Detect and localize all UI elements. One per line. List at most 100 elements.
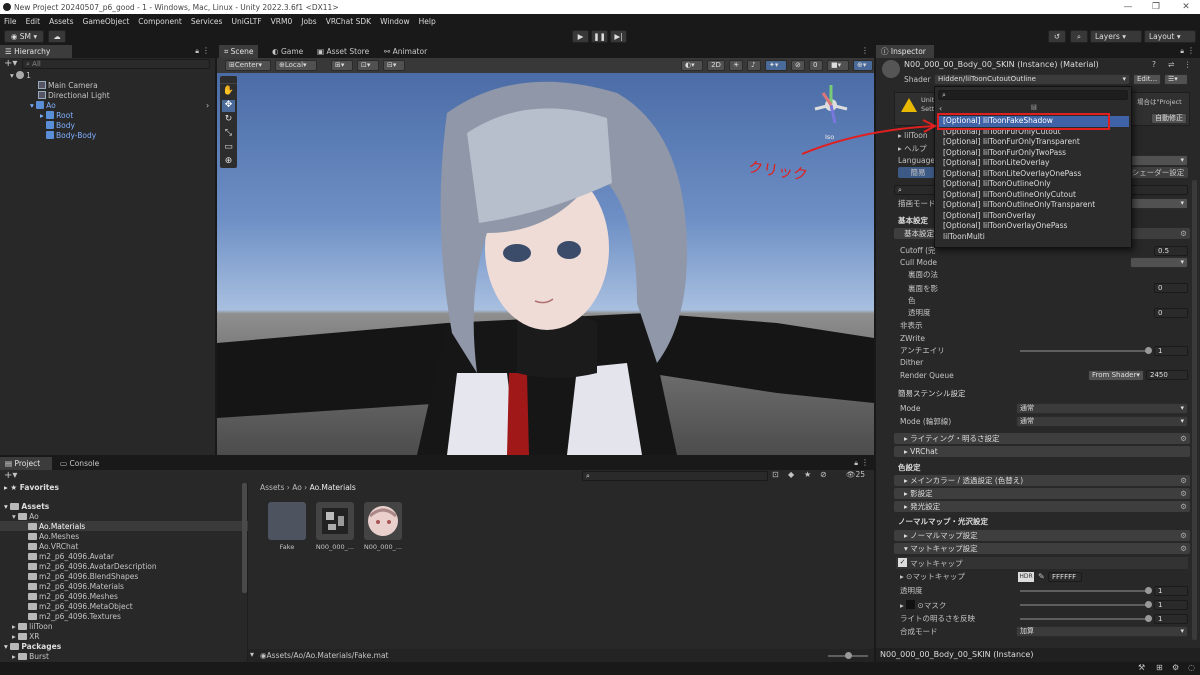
lighting-toggle-icon[interactable]: ☀ [729,60,743,71]
create-button[interactable]: +▾ [4,59,17,69]
tree-scrollbar[interactable] [242,483,247,593]
folder-avatar[interactable]: m2_p6_4096.Avatar [28,552,114,562]
shader-dropdown[interactable]: Hidden/lilToonCutoutOutline ▾ [934,74,1130,85]
component-menu-icon[interactable]: ⋮ [1184,60,1192,69]
account-dropdown[interactable]: ◉ SM ▾ [4,30,44,43]
hierarchy-item-directional-light[interactable]: Directional Light [38,91,110,101]
folder-ao-meshes[interactable]: Ao.Meshes [28,532,79,542]
cloud-icon[interactable]: ☁ [48,30,66,43]
gear-icon[interactable]: ⚙ [1180,530,1187,541]
breadcrumb-ao[interactable]: Ao [292,483,302,492]
folder-xr[interactable]: ▸ XR [12,632,40,642]
scale-tool-icon[interactable]: ⤡ [222,128,235,140]
project-search-input[interactable]: ⌕ [582,471,768,481]
matcap-checkbox[interactable]: ✓ [898,558,907,567]
language-dropdown[interactable]: ▾ [1130,155,1188,166]
close-button[interactable]: ✕ [1176,1,1196,13]
draw-mode-button[interactable]: ◐▾ [681,60,703,71]
breadcrumb-assets[interactable]: Assets [260,483,284,492]
asset-thumbnail-material-2[interactable] [364,502,402,540]
emission-section[interactable]: ▸ 発光設定 ⚙ [894,501,1190,512]
antialias-slider-knob[interactable] [1145,347,1152,354]
folder-ao-vrchat[interactable]: Ao.VRChat [28,542,78,552]
lighting-section[interactable]: ▸ ライティング・明るさ設定 ⚙ [894,433,1190,444]
asset-thumbnail-material-1[interactable] [316,502,354,540]
gear-icon[interactable]: ⚙ [1180,433,1187,444]
normal-map-section[interactable]: ▸ ノーマルマップ設定 ⚙ [894,530,1190,541]
transform-tool-icon[interactable]: ⊕ [222,156,235,168]
presets-icon[interactable]: ⇌ [1168,60,1174,69]
snap-increment-button[interactable]: ⊡▾ [357,60,379,71]
mask-slider-knob[interactable] [1145,601,1152,608]
kebab-menu-icon[interactable]: ⋮ [202,46,210,55]
gizmos-toggle-icon[interactable]: ⊕▾ [853,60,873,71]
space-dropdown[interactable]: ⊕Local▾ [275,60,317,71]
audio-toggle-icon[interactable]: ♪ [747,60,761,71]
render-queue-field[interactable]: 2450 [1146,370,1188,380]
minimize-button[interactable]: — [1118,1,1138,13]
2d-toggle[interactable]: 2D [707,60,725,71]
shader-option-fur-only-two-pass[interactable]: [Optional] lilToonFurOnlyTwoPass [939,148,1129,159]
layers-dropdown[interactable]: Layers ▾ [1090,30,1142,43]
shader-option-fur-only-transparent[interactable]: [Optional] lilToonFurOnlyTransparent [939,137,1129,148]
rotate-tool-icon[interactable]: ↻ [222,114,235,126]
chevron-right-icon[interactable]: › [206,101,209,110]
tab-scene[interactable]: ⌗ Scene [219,45,259,58]
alpha-field[interactable]: 0 [1154,308,1188,318]
shader-option-overlay-one-pass[interactable]: [Optional] lilToonOverlayOnePass [939,221,1129,232]
shader-option-lite-overlay[interactable]: [Optional] lilToonLiteOverlay [939,158,1129,169]
hand-tool-icon[interactable]: ✋ [222,86,235,98]
mask-slider[interactable] [1020,604,1148,606]
gear-icon[interactable]: ⚙ [1180,543,1187,554]
play-button[interactable]: ▶ [572,30,589,43]
tab-inspector[interactable]: ⓘ Inspector [876,45,934,58]
tab-animator[interactable]: ⚯ Animator [379,45,432,58]
folder-meshes[interactable]: m2_p6_4096.Meshes [28,592,118,602]
stencil-mode-outline-dropdown[interactable]: 通常 ▾ [1016,416,1188,427]
progress-icon[interactable]: ◌ [1188,663,1195,672]
color-hex-field[interactable]: FFFFFF [1048,572,1082,582]
gear-icon[interactable]: ⚙ [1180,488,1187,499]
vrchat-section[interactable]: ▸ VRChat [894,446,1190,457]
gear-icon[interactable]: ⚙ [1180,501,1187,512]
hierarchy-item-main-camera[interactable]: Main Camera [38,81,98,91]
opacity-field[interactable]: 1 [1154,586,1188,596]
menu-vrm0[interactable]: VRM0 [271,17,293,26]
shader-option-outline-only-cutout[interactable]: [Optional] lilToonOutlineOnlyCutout [939,190,1129,201]
matcap-section[interactable]: ▾ マットキャップ設定 ⚙ [894,543,1190,554]
hierarchy-item-ao[interactable]: ▾ Ao [30,101,56,111]
blend-mode-dropdown[interactable]: 加算 ▾ [1016,626,1188,637]
menu-vrchat-sdk[interactable]: VRChat SDK [326,17,371,26]
kebab-menu-icon[interactable]: ⋮ [1187,46,1195,55]
shader-option-outline-only[interactable]: [Optional] lilToonOutlineOnly [939,179,1129,190]
opacity-slider-knob[interactable] [1145,587,1152,594]
opacity-slider[interactable] [1020,590,1148,592]
step-button[interactable]: ▶| [610,30,627,43]
main-color-section[interactable]: ▸ メインカラー / 透過設定 (色替え) ⚙ [894,475,1190,486]
pause-button[interactable]: ❚❚ [591,30,608,43]
shader-options-button[interactable]: ☰▾ [1164,74,1188,85]
hidden-packages-icon[interactable]: ⊘ [820,470,827,479]
folder-liltoon[interactable]: ▸ lilToon [12,622,53,632]
hierarchy-item-body-body[interactable]: Body-Body [46,131,96,141]
debug-icon[interactable]: ⚒ [1138,663,1145,672]
scroll-arrow-icon[interactable]: ▾ [250,650,254,659]
favorites-row[interactable]: ▸ ★ Favorites [4,483,59,493]
tab-game[interactable]: ◐ Game [267,45,308,58]
move-tool-icon[interactable]: ✥ [222,100,235,112]
kebab-menu-icon[interactable]: ⋮ [861,458,869,467]
pivot-dropdown[interactable]: ⊞Center▾ [225,60,271,71]
shader-setting-tab[interactable]: シェーダー設定 [1128,167,1188,178]
light-reflect-slider[interactable] [1020,618,1148,620]
maximize-button[interactable]: ❐ [1146,1,1166,13]
visibility-toggle-icon[interactable]: ⊘ [791,60,805,71]
edit-shader-button[interactable]: Edit... [1133,74,1161,85]
hierarchy-search-input[interactable]: ⌕ All [22,59,210,69]
hierarchy-item-root[interactable]: ▸ Root [40,111,73,121]
collab-icon[interactable]: ⊞ [1156,663,1163,672]
eyedropper-icon[interactable]: ✎ [1038,572,1045,581]
shader-option-lite-overlay-one-pass[interactable]: [Optional] lilToonLiteOverlayOnePass [939,169,1129,180]
scene-row[interactable]: ▾ 1 [10,71,31,81]
effects-toggle-icon[interactable]: ✦▾ [765,60,787,71]
search-icon[interactable]: ⌕ [1070,30,1088,43]
